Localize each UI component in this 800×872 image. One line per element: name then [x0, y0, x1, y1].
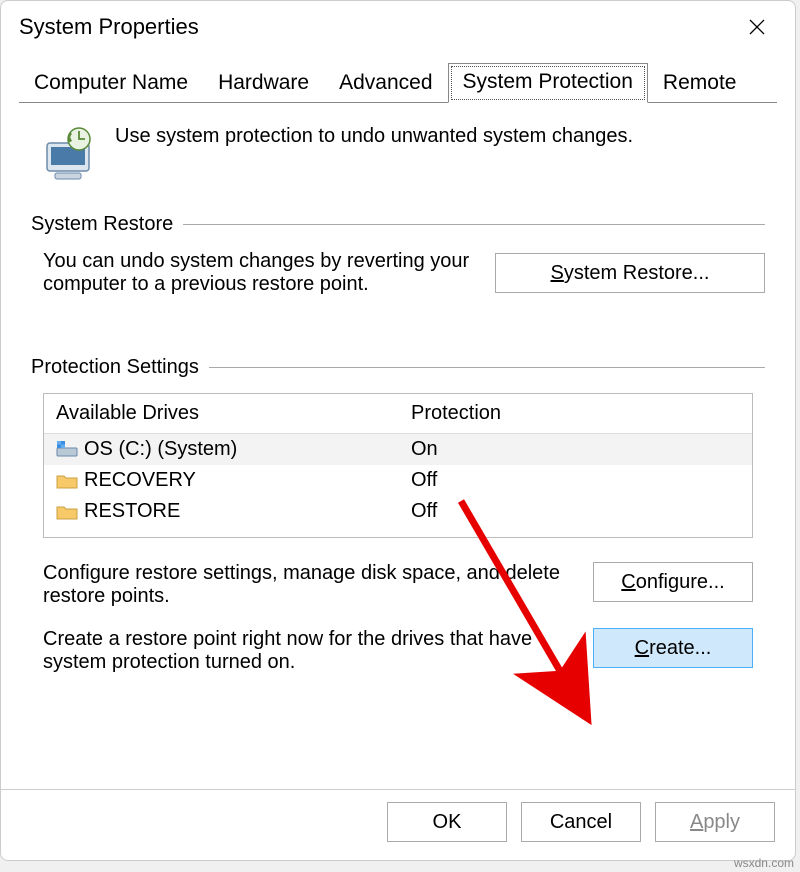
system-protection-icon — [39, 125, 99, 183]
tab-computer-name[interactable]: Computer Name — [19, 64, 203, 103]
protection-settings-heading-text: Protection Settings — [31, 356, 199, 379]
drives-col-available: Available Drives — [56, 402, 411, 425]
drive-protection: On — [411, 438, 740, 461]
drive-row[interactable]: RESTORE Off — [44, 496, 752, 527]
system-restore-desc: You can undo system changes by reverting… — [43, 250, 475, 296]
tab-remote[interactable]: Remote — [648, 64, 752, 103]
configure-button[interactable]: Configure... — [593, 562, 753, 602]
system-properties-window: System Properties Computer Name Hardware… — [0, 0, 796, 861]
drive-name: OS (C:) (System) — [84, 438, 237, 461]
cancel-button[interactable]: Cancel — [521, 802, 641, 842]
system-restore-button[interactable]: System Restore... — [495, 253, 765, 293]
apply-button[interactable]: Apply — [655, 802, 775, 842]
drives-list: Available Drives Protection OS (C:) (Sys… — [43, 393, 753, 538]
close-button[interactable] — [737, 7, 777, 47]
tab-system-protection[interactable]: System Protection — [448, 63, 648, 103]
titlebar: System Properties — [1, 1, 795, 53]
create-row: Create a restore point right now for the… — [31, 628, 765, 674]
drive-row[interactable]: RECOVERY Off — [44, 465, 752, 496]
create-button[interactable]: Create... — [593, 628, 753, 668]
drives-header: Available Drives Protection — [44, 394, 752, 434]
tab-advanced[interactable]: Advanced — [324, 64, 447, 103]
system-restore-heading-text: System Restore — [31, 213, 173, 236]
tab-content: Use system protection to undo unwanted s… — [1, 103, 795, 779]
tab-hardware[interactable]: Hardware — [203, 64, 324, 103]
system-restore-row: You can undo system changes by reverting… — [31, 250, 765, 296]
dialog-footer: OK Cancel Apply — [1, 802, 795, 860]
folder-icon — [56, 503, 78, 521]
drives-col-protection: Protection — [411, 402, 740, 425]
drive-row[interactable]: OS (C:) (System) On — [44, 434, 752, 465]
folder-icon — [56, 472, 78, 490]
configure-row: Configure restore settings, manage disk … — [31, 562, 765, 608]
create-desc: Create a restore point right now for the… — [43, 628, 563, 674]
drive-system-icon — [56, 441, 78, 459]
configure-desc: Configure restore settings, manage disk … — [43, 562, 563, 608]
tab-strip: Computer Name Hardware Advanced System P… — [1, 63, 795, 103]
protection-settings-heading: Protection Settings — [31, 356, 765, 379]
watermark: wsxdn.com — [734, 856, 794, 870]
intro-row: Use system protection to undo unwanted s… — [31, 121, 765, 183]
drive-name: RESTORE — [84, 500, 180, 523]
drive-protection: Off — [411, 500, 740, 523]
system-restore-heading: System Restore — [31, 213, 765, 236]
drive-protection: Off — [411, 469, 740, 492]
window-title: System Properties — [19, 14, 199, 40]
drive-name: RECOVERY — [84, 469, 196, 492]
close-icon — [749, 19, 765, 35]
ok-button[interactable]: OK — [387, 802, 507, 842]
intro-text: Use system protection to undo unwanted s… — [115, 121, 633, 148]
